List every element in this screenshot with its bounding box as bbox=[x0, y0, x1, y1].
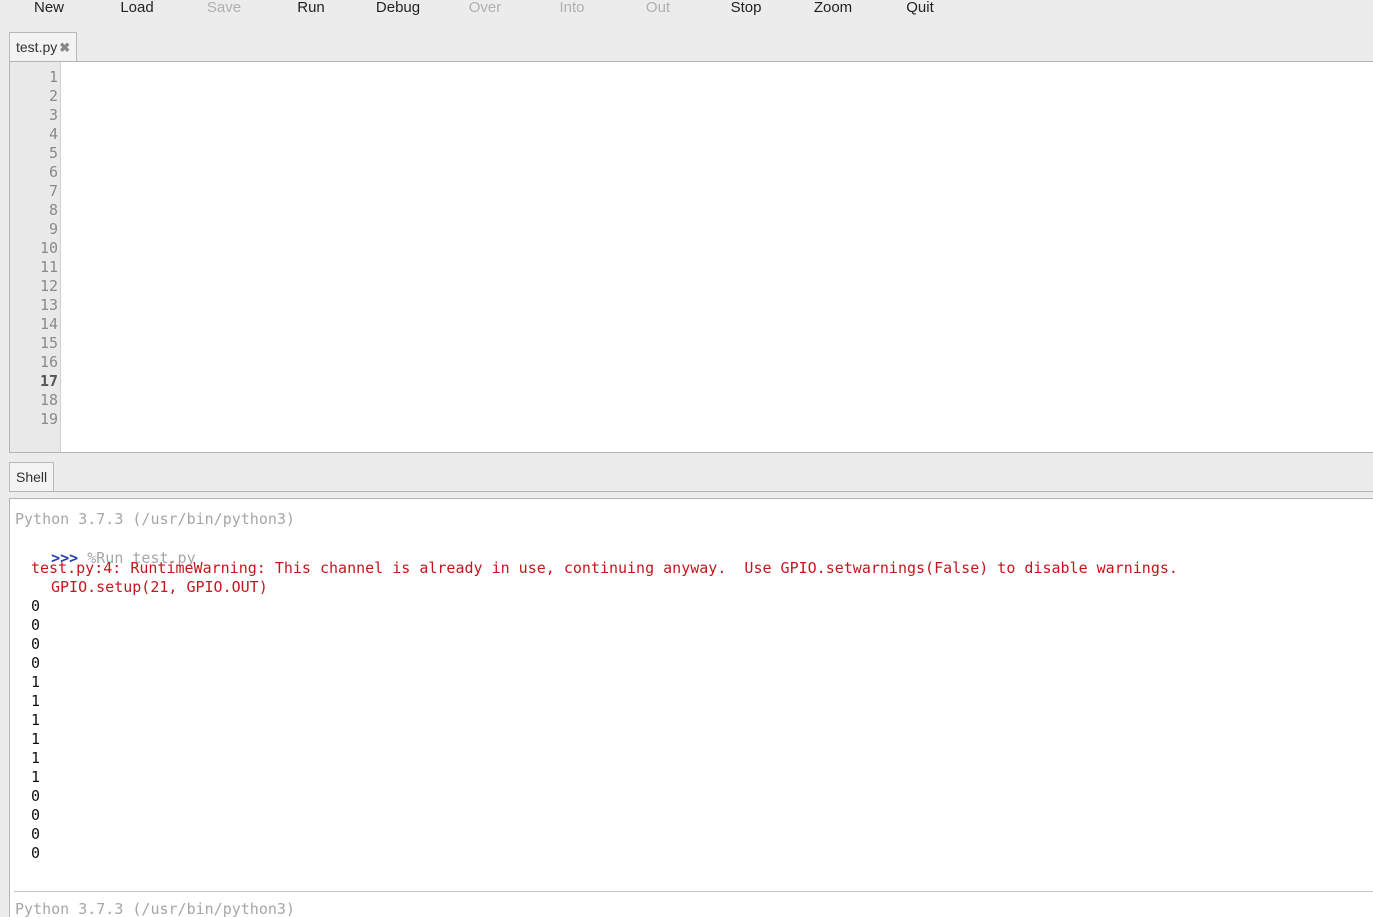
output-line: 0 bbox=[31, 806, 41, 824]
line-number: 9 bbox=[48, 220, 58, 238]
close-icon[interactable]: ✖ bbox=[59, 40, 70, 55]
new-button[interactable]: New bbox=[9, 0, 89, 18]
step-out-button[interactable]: Out bbox=[618, 0, 698, 18]
save-button[interactable]: Save bbox=[184, 0, 264, 18]
line-number: 10 bbox=[39, 239, 58, 257]
output-line: 0 bbox=[31, 787, 41, 805]
line-number: 4 bbox=[48, 125, 58, 143]
output-line: 1 bbox=[31, 692, 41, 710]
run-button[interactable]: Run bbox=[271, 0, 351, 18]
step-over-button[interactable]: Over bbox=[445, 0, 525, 18]
line-number: 15 bbox=[39, 334, 58, 352]
shell-header-restart: Python 3.7.3 (/usr/bin/python3) bbox=[15, 900, 295, 917]
tab-label: test.py bbox=[16, 39, 58, 55]
tab-shell[interactable]: Shell bbox=[9, 462, 55, 491]
warning-source: GPIO.setup(21, GPIO.OUT) bbox=[51, 578, 268, 596]
zoom-button[interactable]: Zoom bbox=[793, 0, 873, 18]
debug-button[interactable]: Debug bbox=[358, 0, 438, 18]
output-line: 0 bbox=[31, 825, 41, 843]
code-editor[interactable]: 1 2 3 4 5 6 7 8 9 10 11 12 13 14 15 16 1… bbox=[9, 61, 1373, 453]
restart-separator bbox=[14, 891, 1373, 892]
divider bbox=[9, 491, 1373, 492]
toolbar: New Load Save Run Debug Over Into Out St… bbox=[0, 0, 1373, 22]
output-line: 0 bbox=[31, 654, 41, 672]
output-line: 0 bbox=[31, 597, 41, 615]
line-number: 5 bbox=[48, 144, 58, 162]
line-number: 2 bbox=[48, 87, 58, 105]
output-line: 1 bbox=[31, 711, 41, 729]
line-number: 3 bbox=[48, 106, 58, 124]
line-number: 7 bbox=[48, 182, 58, 200]
warning-message: test.py:4: RuntimeWarning: This channel … bbox=[31, 559, 1178, 577]
line-number: 12 bbox=[39, 277, 58, 295]
tab-test-py[interactable]: test.py ✖ bbox=[9, 32, 78, 61]
output-line: 0 bbox=[31, 616, 41, 634]
output-line: 1 bbox=[31, 768, 41, 786]
line-number: 6 bbox=[48, 163, 58, 181]
step-into-button[interactable]: Into bbox=[532, 0, 612, 18]
output-line: 1 bbox=[31, 730, 41, 748]
line-number: 11 bbox=[39, 258, 58, 276]
output-line: 1 bbox=[31, 673, 41, 691]
line-number: 13 bbox=[39, 296, 58, 314]
line-number: 8 bbox=[48, 201, 58, 219]
tab-label: Shell bbox=[16, 469, 48, 485]
line-number-current: 17 bbox=[39, 372, 58, 390]
line-number-gutter: 1 2 3 4 5 6 7 8 9 10 11 12 13 14 15 16 1… bbox=[10, 62, 61, 452]
stop-button[interactable]: Stop bbox=[706, 0, 786, 18]
output-line: 0 bbox=[31, 635, 41, 653]
shell-prompt-line: >>> %Run test.py bbox=[15, 530, 196, 567]
line-number: 1 bbox=[48, 68, 58, 86]
line-number: 18 bbox=[39, 391, 58, 409]
output-line: 0 bbox=[31, 844, 41, 862]
line-number: 19 bbox=[39, 410, 58, 428]
shell-header: Python 3.7.3 (/usr/bin/python3) bbox=[15, 510, 295, 528]
shell-console[interactable]: Python 3.7.3 (/usr/bin/python3) >>> %Run… bbox=[9, 498, 1373, 917]
load-button[interactable]: Load bbox=[97, 0, 177, 18]
output-line: 1 bbox=[31, 749, 41, 767]
line-number: 16 bbox=[39, 353, 58, 371]
quit-button[interactable]: Quit bbox=[880, 0, 960, 18]
line-number: 14 bbox=[39, 315, 58, 333]
